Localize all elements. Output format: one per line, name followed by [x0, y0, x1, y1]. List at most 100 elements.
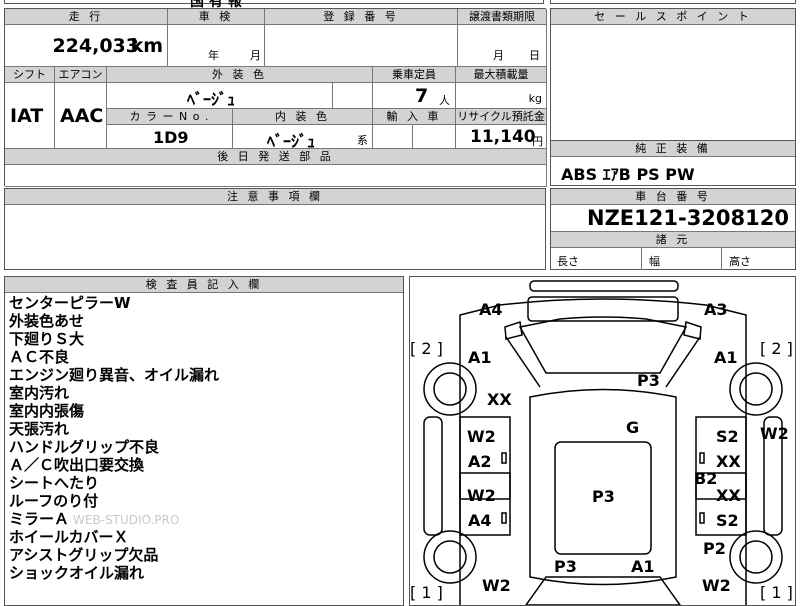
inspection-header: 車 検: [168, 9, 265, 25]
car-body-outline: [459, 298, 747, 605]
ann-p2: P2: [703, 539, 726, 558]
dimension-divider-1: [641, 248, 642, 270]
inspection-cell: 年 月: [168, 25, 265, 67]
ann-w2-side: W2: [760, 424, 789, 443]
ann-b2: B2: [694, 469, 718, 488]
handle-rr: [699, 512, 705, 524]
capacity-cell: 7 人: [373, 83, 456, 109]
ann-bracket-left: [ 2 ]: [410, 339, 443, 358]
color-no-cell: 1D9: [107, 125, 233, 149]
exterior-color-value: ﾍﾞｰｼﾞｭ: [187, 90, 236, 109]
max-load-unit: kg: [528, 92, 542, 105]
ann-xx-right-1: XX: [716, 452, 741, 471]
ann-a1-rear: A1: [631, 557, 655, 576]
interior-color-value: ﾍﾞｰｼﾞｭ: [267, 132, 316, 149]
import-header: 輸 入 車: [373, 109, 456, 125]
ann-xx-right-2: XX: [716, 486, 741, 505]
handle-lf: [501, 452, 507, 464]
chassis-value: NZE121-3208120: [587, 206, 789, 230]
inspector-note: シートへたり: [9, 474, 100, 492]
registration-header: 登 録 番 号: [265, 9, 458, 25]
equipment-header: 純 正 装 備: [551, 141, 795, 157]
equipment-box: 純 正 装 備 ABS ｴｱB PS PW: [550, 140, 796, 186]
inspector-note: 室内内張傷: [9, 402, 85, 420]
ann-bracket-bottom-left: [ 1 ]: [410, 583, 443, 602]
equipment-value: ABS ｴｱB PS PW: [561, 165, 695, 184]
sales-point-box: セ ー ル ス ポ イ ン ト: [550, 8, 796, 142]
ann-p3-rear: P3: [554, 557, 577, 576]
inspector-note: 室内汚れ: [9, 384, 70, 402]
top-cut-strip-right: [550, 0, 796, 4]
ann-bracket-right: [ 2 ]: [760, 339, 793, 358]
exterior-color-cell: ﾍﾞｰｼﾞｭ: [107, 83, 333, 109]
vehicle-info-table: 走 行 車 検 登 録 番 号 譲渡書類期限 224,033 km 年 月 月 …: [4, 8, 547, 187]
mileage-header: 走 行: [5, 9, 168, 25]
inspector-note: 下廻りＳ大: [9, 330, 85, 348]
ann-w2-left-1: W2: [467, 427, 496, 446]
mileage-cell: 224,033 km: [5, 25, 168, 67]
wheel-front-left: [423, 362, 477, 416]
left-side-skirt: [423, 416, 443, 536]
ann-p3-hood: P3: [637, 371, 660, 390]
left-mirror: [504, 321, 523, 340]
transfer-day-label: 日: [529, 49, 540, 62]
hood-lines: [505, 336, 701, 388]
inspector-note: ホイールカバーＸ: [9, 528, 129, 546]
dimension-length-label: 長さ: [557, 255, 579, 268]
chassis-box: 車 台 番 号 NZE121-3208120 諸 元 長さ 幅 高さ: [550, 188, 796, 270]
color-no-header: カ ラ ー N o .: [107, 109, 233, 125]
ann-a4-left: A4: [468, 511, 492, 530]
inspector-note: Ａ／Ｃ吹出口要交換: [9, 456, 145, 474]
ann-a1-left: A1: [468, 348, 492, 367]
recycle-unit: 円: [532, 135, 543, 148]
transfer-deadline-header: 譲渡書類期限: [458, 9, 547, 25]
interior-color-header: 内 装 色: [233, 109, 373, 125]
color-no-value: 1D9: [153, 128, 189, 147]
caution-header: 注 意 事 項 欄: [5, 189, 545, 205]
windshield: [518, 316, 688, 374]
capacity-unit: 人: [439, 94, 450, 107]
dimension-height-label: 高さ: [729, 255, 751, 268]
ann-a1-right: A1: [714, 348, 738, 367]
ann-xx-left: XX: [487, 390, 512, 409]
capacity-header: 乗車定員: [373, 67, 456, 83]
recycle-header: リサイクル預託金: [456, 109, 547, 125]
wheel-rear-left: [423, 530, 477, 584]
ann-w2-bottom-left: W2: [482, 576, 511, 595]
ann-g: G: [626, 418, 640, 437]
import-cell-a: [373, 125, 413, 149]
inspector-note: ＡＣ不良: [9, 348, 70, 366]
inspector-note: ショックオイル漏れ: [9, 564, 145, 582]
inspector-note: アシストグリップ欠品: [9, 546, 159, 564]
max-load-cell: kg: [456, 83, 547, 109]
dimensions-header: 諸 元: [551, 231, 795, 248]
later-parts-header: 後 日 発 送 部 品: [5, 149, 547, 165]
ann-a4-top: A4: [479, 300, 503, 319]
inspector-note: 外装色あせ: [9, 312, 85, 330]
handle-lr: [501, 512, 507, 524]
chassis-header: 車 台 番 号: [551, 189, 795, 205]
inspection-year-label: 年: [208, 49, 219, 62]
dimension-width-label: 幅: [649, 255, 660, 268]
mileage-unit: km: [130, 35, 163, 57]
max-load-header: 最大積載量: [456, 67, 547, 83]
registration-cell: [265, 25, 458, 67]
ann-w2-left-2: W2: [467, 486, 496, 505]
inspector-note: 天張汚れ: [9, 420, 70, 438]
ann-a3-top: A3: [704, 300, 728, 319]
ann-s2-right-2: S2: [716, 511, 739, 530]
car-diagram-box: A4 A3 [ 2 ] [ 2 ] A1 A1 P3 XX G W2 S2 W2…: [409, 276, 796, 606]
caution-box: 注 意 事 項 欄: [4, 188, 546, 270]
inspector-note: ハンドルグリップ不良: [9, 438, 160, 456]
ann-a2-left: A2: [468, 452, 492, 471]
exterior-color-extra-cell: [333, 83, 373, 109]
aircon-cell: AAC: [55, 83, 107, 149]
shift-header: シフト: [5, 67, 55, 83]
ann-w2-bottom-right: W2: [702, 576, 731, 595]
inspector-notes-list: センターピラーW 外装色あせ 下廻りＳ大 ＡＣ不良 エンジン廻り異音、オイル漏れ 室内汚れ…: [9, 294, 219, 582]
recycle-cell: 11,140 円: [456, 125, 547, 149]
inspector-note: ルーフのり付: [9, 492, 99, 510]
ann-s2-right-1: S2: [716, 427, 739, 446]
watermark: WEB-STUDIO.PRO: [73, 513, 180, 527]
front-bumper-bar: [529, 280, 679, 292]
